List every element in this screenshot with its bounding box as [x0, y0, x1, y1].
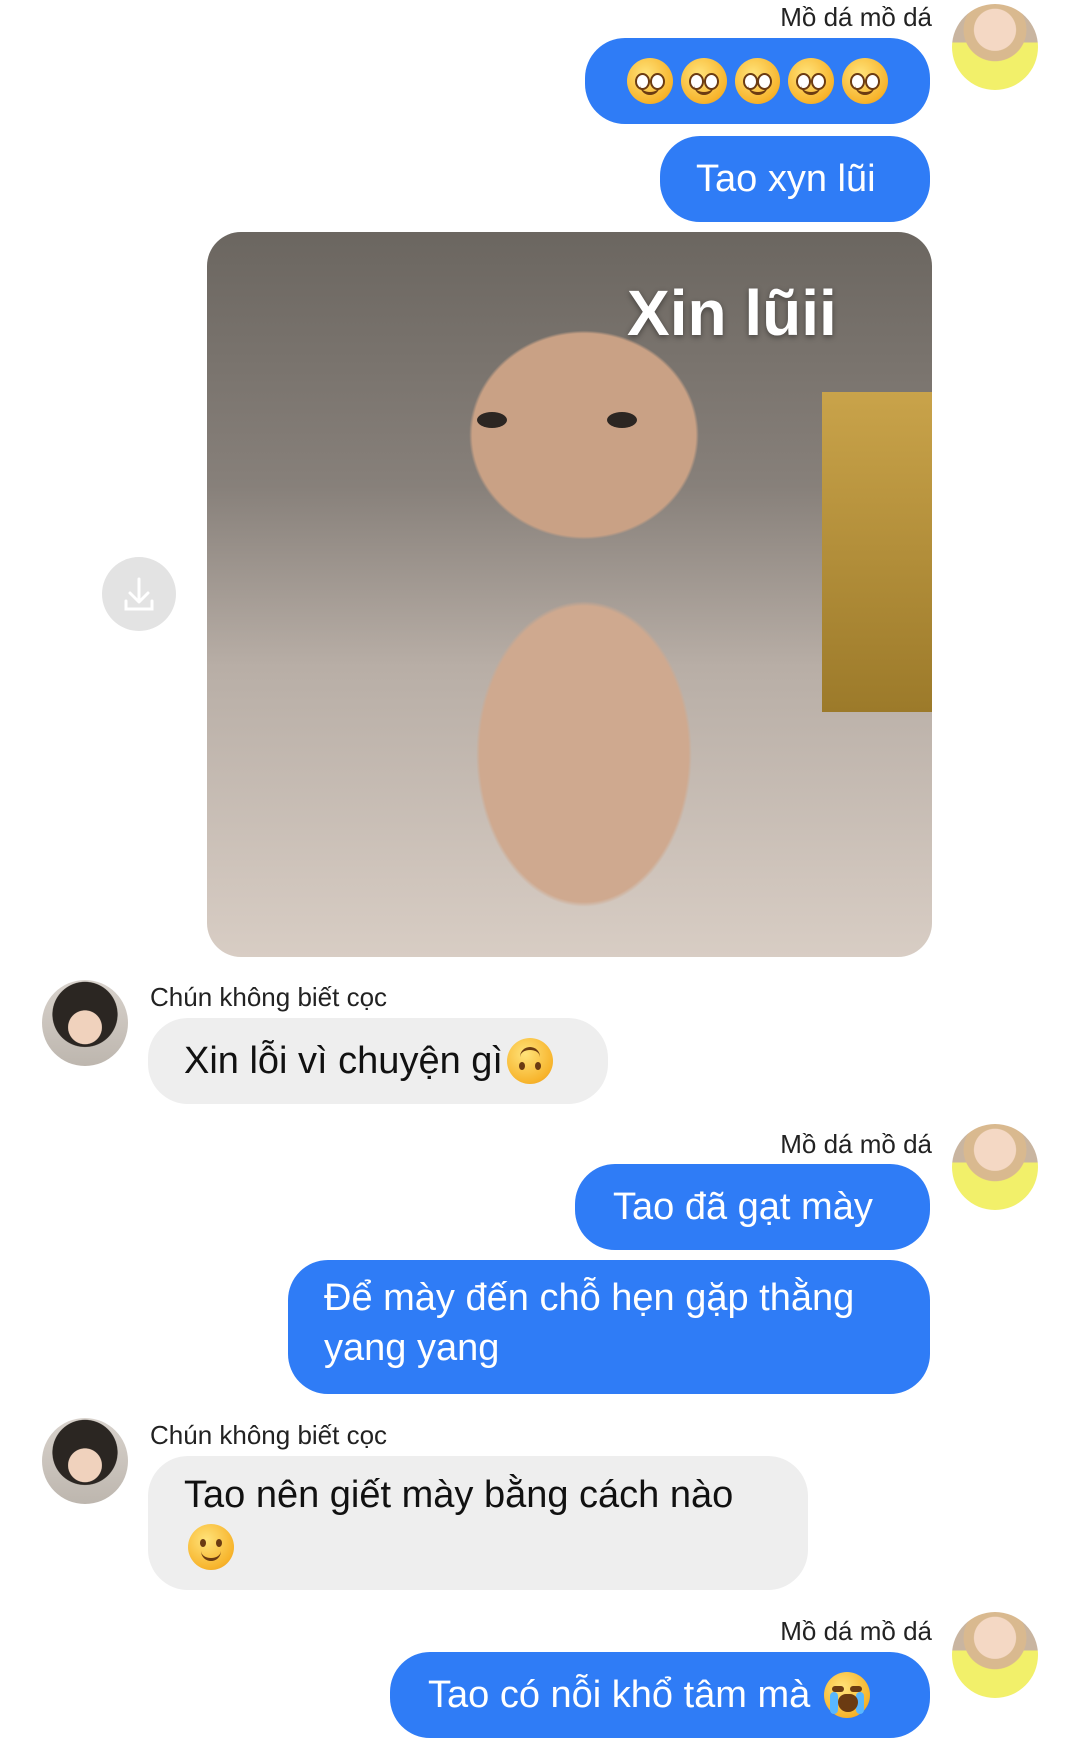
message-text: Tao có nỗi khổ tâm mà — [428, 1674, 811, 1716]
message-bubble-emoji[interactable] — [585, 38, 930, 124]
slightly-smiling-face-icon — [188, 1523, 234, 1570]
upside-down-face-icon — [506, 1038, 553, 1084]
avatar[interactable] — [952, 1612, 1038, 1698]
message-bubble[interactable]: Xin lỗi vì chuyện gì — [148, 1018, 608, 1104]
message-text: Tao nên giết mày bằng cách nào — [184, 1474, 734, 1516]
message-text: Xin lỗi vì chuyện gì — [184, 1040, 503, 1082]
message-bubble[interactable]: Tao xyn lũi — [660, 136, 930, 222]
image-caption: Xin lũii — [627, 277, 837, 349]
message-bubble[interactable]: Tao có nỗi khổ tâm mà — [390, 1652, 930, 1738]
avatar[interactable] — [952, 1124, 1038, 1210]
pleading-face-icon — [680, 58, 727, 104]
kitten-eye-right — [607, 412, 637, 428]
kitten-eye-left — [477, 412, 507, 428]
sender-name: Chún không biết cọc — [150, 1420, 388, 1450]
avatar[interactable] — [42, 980, 128, 1066]
pleading-face-icon — [788, 58, 835, 104]
sender-name: Chún không biết cọc — [150, 982, 388, 1012]
sender-name: Mồ dá mồ dá — [780, 2, 932, 32]
background-cabinet — [822, 392, 932, 712]
message-bubble[interactable]: Tao nên giết mày bằng cách nào — [148, 1456, 808, 1590]
avatar[interactable] — [952, 4, 1038, 90]
message-bubble[interactable]: Để mày đến chỗ hẹn gặp thằng yang yang — [288, 1260, 930, 1394]
pleading-face-icon — [842, 58, 888, 104]
pleading-face-icon — [734, 58, 781, 104]
image-message[interactable]: Xin lũii — [207, 232, 932, 957]
download-icon — [124, 577, 154, 611]
loudly-crying-face-icon — [824, 1672, 871, 1718]
download-button[interactable] — [102, 557, 176, 631]
sender-name: Mồ dá mồ dá — [780, 1129, 932, 1159]
pleading-face-icon — [627, 58, 673, 104]
message-bubble[interactable]: Tao đã gạt mày — [575, 1164, 930, 1250]
sender-name: Mồ dá mồ dá — [780, 1616, 932, 1646]
avatar[interactable] — [42, 1418, 128, 1504]
